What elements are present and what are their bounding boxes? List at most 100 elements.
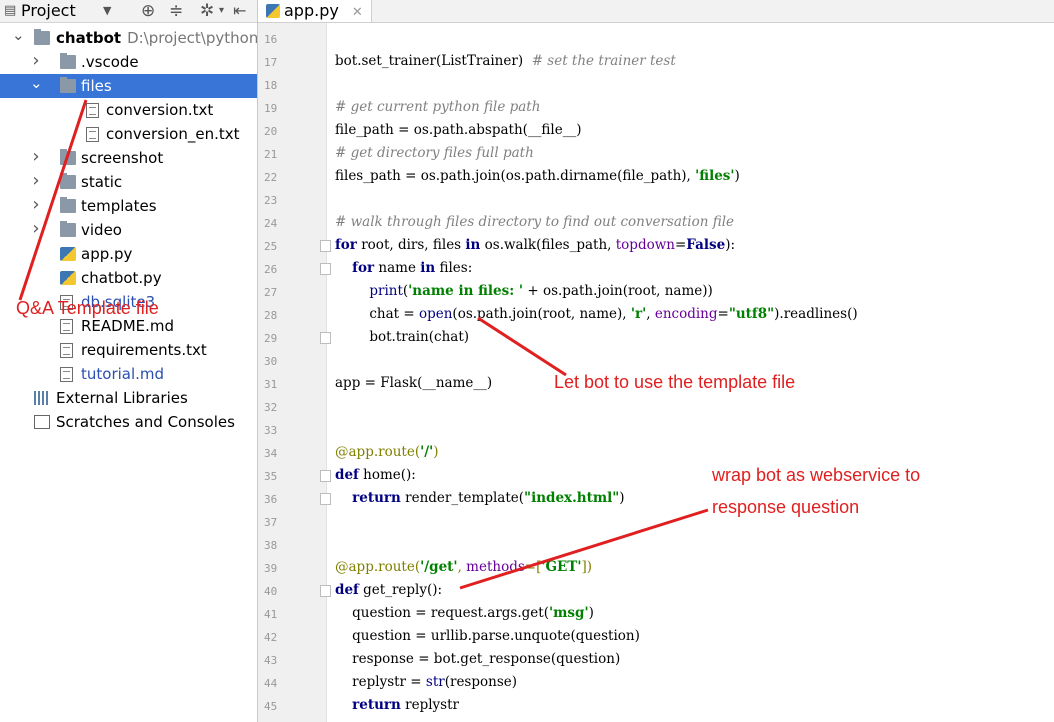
code-line: @app.route('/') bbox=[335, 444, 439, 460]
code-token: ) bbox=[619, 490, 625, 506]
code-line: replystr = str(response) bbox=[335, 674, 517, 690]
tree-item-app-py[interactable]: app.py bbox=[0, 242, 257, 266]
tree-item-external-libraries[interactable]: External Libraries bbox=[0, 386, 257, 410]
code-line: @app.route('/get', methods=['GET']) bbox=[335, 559, 592, 575]
code-line: for root, dirs, files in os.walk(files_p… bbox=[335, 237, 735, 253]
close-tab-icon[interactable]: ✕ bbox=[352, 5, 363, 20]
code-token: question = urllib.parse.unquote(question… bbox=[335, 628, 640, 644]
chevron-right-icon[interactable]: › bbox=[30, 218, 42, 240]
code-token: root, dirs, files bbox=[356, 237, 466, 253]
code-token: 'files' bbox=[695, 168, 735, 184]
view-dropdown-icon[interactable]: ▼ bbox=[103, 0, 111, 22]
tree-item-conversion-en-txt[interactable]: conversion_en.txt bbox=[0, 122, 257, 146]
tree-item-conversion-txt[interactable]: conversion.txt bbox=[0, 98, 257, 122]
code-token: = bbox=[674, 237, 687, 253]
tree-item-vscode[interactable]: › .vscode bbox=[0, 50, 257, 74]
chevron-down-icon[interactable]: ⌄ bbox=[12, 26, 25, 44]
code-token: (response) bbox=[444, 674, 518, 690]
chevron-right-icon[interactable]: › bbox=[30, 194, 42, 216]
tree-item-label: static bbox=[81, 173, 123, 191]
tree-item-label: External Libraries bbox=[56, 389, 188, 407]
fold-marker-icon[interactable] bbox=[320, 493, 331, 505]
tree-item-chatbot[interactable]: ⌄ chatbot D:\project\python bbox=[0, 26, 257, 50]
fold-marker-icon[interactable] bbox=[320, 263, 331, 275]
tree-item-video[interactable]: › video bbox=[0, 218, 257, 242]
code-token: + os.path.join(root, name)) bbox=[523, 283, 713, 299]
tree-item-static[interactable]: › static bbox=[0, 170, 257, 194]
folder-icon bbox=[60, 53, 76, 69]
line-number: 41 bbox=[264, 608, 278, 621]
line-number: 38 bbox=[264, 539, 278, 552]
code-token: def bbox=[335, 467, 359, 483]
text-file-icon bbox=[60, 319, 73, 334]
text-file-icon bbox=[86, 103, 99, 118]
tree-item-scratches-and-consoles[interactable]: Scratches and Consoles bbox=[0, 410, 257, 434]
code-token: bot.set_trainer(ListTrainer) bbox=[335, 53, 532, 69]
code-token: (os.path.join(root, name), bbox=[452, 306, 631, 322]
folder-icon bbox=[60, 77, 76, 93]
hide-panel-icon[interactable]: ⇤ bbox=[233, 0, 246, 22]
tree-item-label: tutorial.md bbox=[81, 365, 165, 383]
code-line: return render_template("index.html") bbox=[335, 490, 625, 506]
tree-item-chatbot-py[interactable]: chatbot.py bbox=[0, 266, 257, 290]
settings-gear-icon[interactable]: ✲ bbox=[200, 0, 214, 22]
project-view-title[interactable]: Project bbox=[21, 0, 76, 22]
project-panel-header: ▤ Project ▼ ⊕ ≑ ✲ ▾ ⇤ bbox=[0, 0, 257, 23]
python-file-icon bbox=[60, 271, 76, 285]
code-token: home(): bbox=[358, 467, 416, 483]
line-number: 18 bbox=[264, 79, 278, 92]
code-token: methods bbox=[466, 559, 525, 575]
code-token: =[ bbox=[524, 559, 542, 575]
code-line: question = urllib.parse.unquote(question… bbox=[335, 628, 640, 644]
code-line: app = Flask(__name__) bbox=[335, 375, 492, 391]
folder-icon bbox=[60, 197, 76, 213]
code-line: files_path = os.path.join(os.path.dirnam… bbox=[335, 168, 740, 184]
tree-item-screenshot[interactable]: › screenshot bbox=[0, 146, 257, 170]
chevron-right-icon[interactable]: › bbox=[30, 170, 42, 192]
line-number: 42 bbox=[264, 631, 278, 644]
code-token: @app.route( bbox=[335, 444, 421, 460]
collapse-all-icon[interactable]: ≑ bbox=[169, 0, 183, 22]
fold-marker-icon[interactable] bbox=[320, 470, 331, 482]
code-token: @app.route( bbox=[335, 559, 421, 575]
code-token: chat = bbox=[335, 306, 419, 322]
chevron-right-icon[interactable]: › bbox=[30, 50, 42, 72]
line-number: 28 bbox=[264, 309, 278, 322]
editor-tab-bar: app.py ✕ bbox=[258, 0, 1054, 23]
code-token: False bbox=[686, 237, 726, 253]
code-token: '/get' bbox=[420, 559, 458, 575]
code-line: file_path = os.path.abspath(__file__) bbox=[335, 122, 582, 138]
tree-item-files[interactable]: ⌄ files bbox=[0, 74, 257, 98]
tree-item-requirements-txt[interactable]: requirements.txt bbox=[0, 338, 257, 362]
line-number: 40 bbox=[264, 585, 278, 598]
tree-item-tutorial-md[interactable]: tutorial.md bbox=[0, 362, 257, 386]
fold-marker-icon[interactable] bbox=[320, 332, 331, 344]
fold-marker-icon[interactable] bbox=[320, 240, 331, 252]
scratch-icon bbox=[34, 415, 50, 429]
code-token: question = request.args.get( bbox=[335, 605, 549, 621]
chevron-down-icon[interactable]: ⌄ bbox=[30, 74, 43, 92]
code-token: replystr = bbox=[335, 674, 426, 690]
library-icon bbox=[34, 391, 50, 405]
fold-marker-icon[interactable] bbox=[320, 585, 331, 597]
annotation-template-file: Let bot to use the template file bbox=[554, 372, 796, 392]
tree-item-templates[interactable]: › templates bbox=[0, 194, 257, 218]
code-token: files_path = os.path.join(os.path.dirnam… bbox=[335, 168, 696, 184]
code-token: # walk through files directory to find o… bbox=[335, 214, 735, 230]
folder-icon bbox=[60, 149, 76, 165]
folder-icon bbox=[34, 29, 50, 45]
tab-app-py[interactable]: app.py ✕ bbox=[258, 0, 372, 22]
chevron-right-icon[interactable]: › bbox=[30, 146, 42, 168]
locate-file-icon[interactable]: ⊕ bbox=[141, 0, 155, 22]
code-line: # get directory files full path bbox=[335, 145, 534, 161]
code-token: return bbox=[352, 490, 401, 506]
settings-dropdown-icon[interactable]: ▾ bbox=[219, 0, 224, 22]
tree-item-label: chatbot bbox=[56, 29, 122, 47]
line-number: 27 bbox=[264, 286, 278, 299]
code-token: file_path = os.path.abspath(__file__) bbox=[335, 122, 582, 138]
line-number: 45 bbox=[264, 700, 278, 713]
code-line: question = request.args.get('msg') bbox=[335, 605, 594, 621]
tree-item-label: requirements.txt bbox=[81, 341, 207, 359]
